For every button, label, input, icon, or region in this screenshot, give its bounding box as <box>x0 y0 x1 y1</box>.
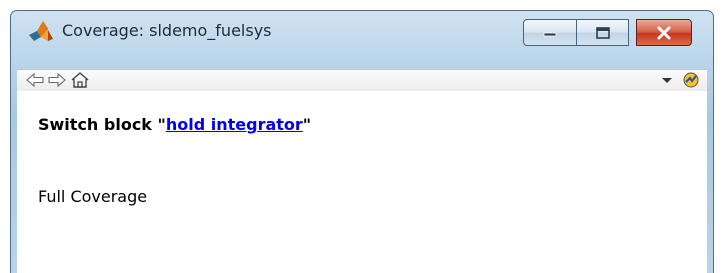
dropdown-arrow-icon[interactable] <box>657 71 677 89</box>
title-bar[interactable]: Coverage: sldemo_fuelsys <box>11 11 713 67</box>
block-heading: Switch block "hold integrator" <box>38 115 311 134</box>
heading-suffix: " <box>302 115 312 134</box>
coverage-window: Coverage: sldemo_fuelsys Switch block "h… <box>10 10 714 273</box>
back-arrow-icon[interactable] <box>25 71 45 89</box>
forward-arrow-icon[interactable] <box>47 71 67 89</box>
report-content: Switch block "hold integrator" Full Cove… <box>17 91 707 273</box>
block-link[interactable]: hold integrator <box>166 115 303 134</box>
close-icon <box>657 26 671 39</box>
home-icon[interactable] <box>70 71 90 89</box>
close-button[interactable] <box>636 19 692 46</box>
matlab-help-icon[interactable] <box>681 71 701 89</box>
heading-prefix: Switch block " <box>38 115 166 134</box>
coverage-status: Full Coverage <box>38 187 148 206</box>
matlab-logo-icon <box>29 21 53 41</box>
maximize-button[interactable] <box>576 19 629 46</box>
maximize-icon <box>595 26 610 39</box>
window-title: Coverage: sldemo_fuelsys <box>62 21 272 40</box>
minimize-button[interactable] <box>523 19 577 46</box>
navigation-toolbar <box>17 69 707 92</box>
minimize-icon <box>543 32 557 36</box>
